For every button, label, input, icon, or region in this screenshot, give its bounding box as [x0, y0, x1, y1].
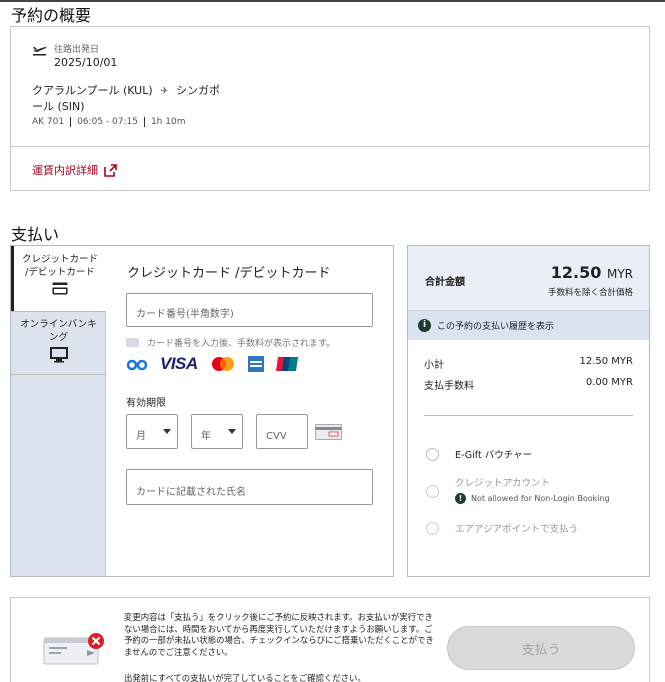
total-amount: 12.50 MYR	[551, 263, 633, 282]
egift-radio[interactable]	[426, 448, 439, 461]
tab-online-banking[interactable]: オンラインバンキング	[11, 311, 106, 375]
year-placeholder: 年	[201, 431, 211, 442]
cardholder-name-input[interactable]: カードに記載された氏名	[126, 469, 373, 505]
boarding-pass-error-icon	[43, 633, 104, 665]
credit-account-note: ! Not allowed for Non-Login Booking	[455, 493, 610, 504]
payment-history-label: この予約の支払い履歴を表示	[437, 322, 555, 332]
subtotal-label: 小計	[424, 360, 444, 371]
fare-details-link[interactable]: 運賃内訳詳細	[32, 162, 117, 178]
fee-row: 支払手数料 0.00 MYR	[424, 377, 633, 392]
card-form-title: クレジットカード /デビットカード	[127, 266, 331, 281]
flight-details: AK 701 06:05 - 07:15 1h 10m	[32, 117, 185, 127]
footer-card: 変更内容は「支払う」をクリック後にご予約に反映されます。お支払いが実行できない場…	[10, 597, 650, 682]
cardholder-name-placeholder: カードに記載された氏名	[136, 487, 246, 498]
fee-value: 0.00 MYR	[585, 377, 633, 388]
chevron-down-icon	[228, 429, 236, 434]
month-select[interactable]: 月	[126, 414, 178, 449]
plane-icon: ✈	[160, 86, 169, 97]
unionpay-logo-icon	[275, 357, 298, 371]
month-placeholder: 月	[136, 431, 146, 442]
credit-account-note-text: Not allowed for Non-Login Booking	[471, 494, 610, 503]
payment-history-link[interactable]: i この予約の支払い履歴を表示	[408, 310, 649, 340]
total-panel: 合計金額 12.50 MYR 手数料を除く合計価格 i この予約の支払い履歴を表…	[407, 245, 650, 577]
expiry-label: 有効期限	[126, 398, 166, 409]
flight-time: 06:05 - 07:15	[77, 117, 138, 127]
visa-logo-icon: VISA	[160, 354, 198, 373]
amex-logo-icon	[247, 356, 264, 372]
airasia-points-label: エアアジアポイントで支払う	[455, 524, 579, 535]
year-select[interactable]: 年	[191, 414, 243, 449]
tab-credit-card-label: クレジットカード /デビットカード	[21, 254, 98, 278]
payment-tabs: クレジットカード /デビットカード オンラインバンキング	[11, 246, 106, 576]
flight-duration: 1h 10m	[150, 117, 186, 127]
card-mini-icon	[126, 338, 139, 347]
footer-notice-2: 出発前にすべての支払いが完了していることをご確認ください。	[124, 673, 366, 682]
egift-label: E-Gift バウチャー	[455, 450, 533, 461]
subtotal-row: 小計 12.50 MYR	[424, 356, 633, 371]
monitor-icon	[49, 347, 68, 363]
summary-heading: 予約の概要	[11, 6, 92, 25]
flight-date: 2025/10/01	[54, 56, 118, 69]
airasia-points-radio[interactable]	[426, 522, 439, 535]
total-currency: MYR	[606, 267, 633, 281]
chevron-down-icon	[163, 429, 171, 434]
summary-divider	[11, 146, 649, 147]
card-number-placeholder: カード番号(半角数字)	[136, 309, 234, 320]
boost-logo-icon	[126, 359, 148, 371]
top-divider	[0, 0, 665, 2]
footer-notice: 変更内容は「支払う」をクリック後にご予約に反映されます。お支払いが実行できない場…	[124, 612, 434, 657]
info-icon: i	[418, 319, 431, 332]
credit-account-radio[interactable]	[426, 485, 439, 498]
subtotal-value: 12.50 MYR	[579, 356, 634, 367]
total-divider	[424, 415, 633, 416]
total-label: 合計金額	[425, 277, 465, 288]
cvv-card-icon	[315, 424, 342, 440]
card-number-input[interactable]: カード番号(半角数字)	[126, 293, 373, 327]
total-note: 手数料を除く合計価格	[547, 288, 633, 298]
credit-account-label: クレジットアカウント	[455, 478, 551, 489]
plane-departure-icon	[33, 46, 47, 56]
mastercard-logo-icon	[211, 357, 234, 371]
credit-card-icon	[52, 282, 68, 295]
alert-icon: !	[455, 493, 466, 504]
card-hint: カード番号を入力後、手数料が表示されます。	[126, 336, 335, 349]
cvv-input[interactable]: CVV	[256, 414, 308, 449]
pay-button[interactable]: 支払う	[447, 626, 635, 670]
tab-credit-card[interactable]: クレジットカード /デビットカード	[11, 246, 106, 311]
route: クアラルンプール (KUL) ✈ シンガポール (SIN)	[32, 83, 222, 114]
fare-details-label: 運賃内訳詳細	[32, 164, 98, 177]
flight-number: AK 701	[32, 117, 65, 127]
external-link-icon	[104, 163, 117, 177]
summary-card: 往路出発日 2025/10/01 クアラルンプール (KUL) ✈ シンガポール…	[10, 26, 650, 191]
total-header: 合計金額 12.50 MYR 手数料を除く合計価格	[408, 246, 649, 310]
flight-label: 往路出発日	[54, 45, 100, 55]
payment-heading: 支払い	[11, 225, 60, 244]
tab-online-banking-label: オンラインバンキング	[20, 319, 97, 343]
total-amount-value: 12.50	[550, 263, 602, 282]
cvv-placeholder: CVV	[266, 431, 287, 442]
card-brands: VISA	[126, 354, 300, 374]
fee-label: 支払手数料	[424, 381, 474, 392]
card-hint-text: カード番号を入力後、手数料が表示されます。	[147, 339, 336, 349]
payment-card: クレジットカード /デビットカード オンラインバンキング クレジットカード /デ…	[10, 245, 394, 577]
route-from: クアラルンプール (KUL)	[32, 84, 153, 97]
